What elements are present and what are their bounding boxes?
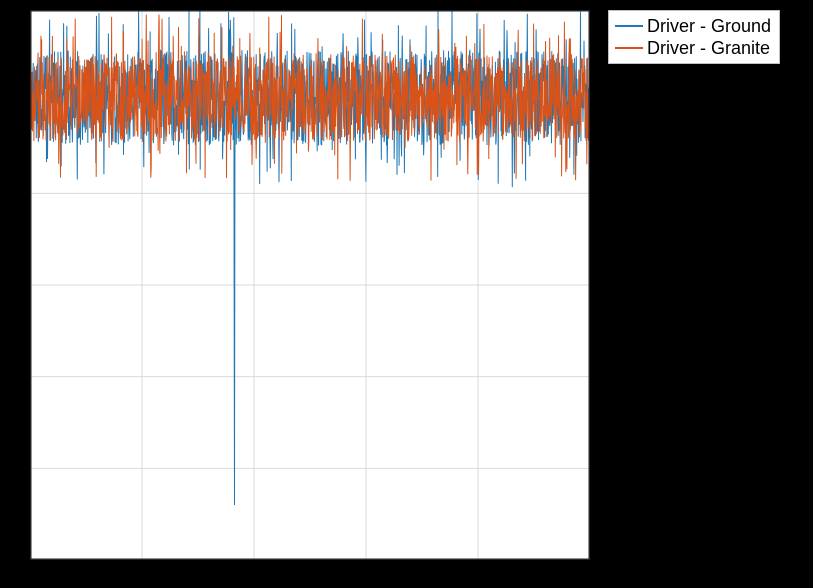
legend-item: Driver - Ground bbox=[615, 15, 771, 37]
legend-swatch-granite bbox=[615, 47, 643, 49]
chart-canvas bbox=[30, 10, 590, 560]
chart-legend: Driver - Ground Driver - Granite bbox=[608, 10, 780, 64]
legend-label: Driver - Granite bbox=[647, 37, 770, 59]
chart-axes bbox=[30, 10, 590, 560]
legend-swatch-ground bbox=[615, 25, 643, 27]
legend-label: Driver - Ground bbox=[647, 15, 771, 37]
legend-item: Driver - Granite bbox=[615, 37, 771, 59]
chart-series bbox=[30, 10, 590, 505]
